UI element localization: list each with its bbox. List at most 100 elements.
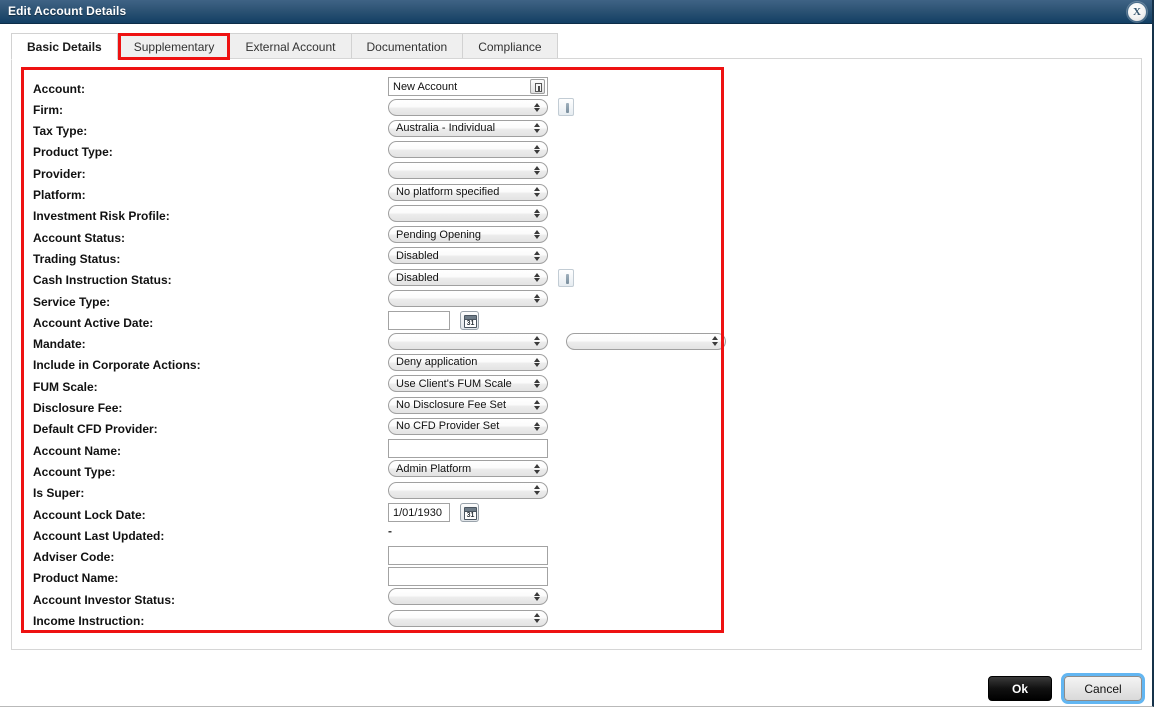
select-disclosure-fee[interactable]: No Disclosure Fee Set — [388, 396, 548, 414]
input-value-account: New Account — [393, 80, 458, 93]
account-lookup-icon[interactable] — [530, 79, 545, 94]
stepper-arrows-icon — [533, 270, 540, 285]
input-account-active-date[interactable] — [388, 311, 450, 331]
stepper-arrows-icon — [533, 121, 540, 136]
info-icon — [565, 103, 569, 114]
field-label-include-in-corporate-actions: Include in Corporate Actions: — [33, 358, 201, 373]
select-trading-status[interactable]: Disabled — [388, 247, 548, 265]
select-firm[interactable] — [388, 98, 548, 116]
field-label-income-instruction: Income Instruction: — [33, 614, 145, 628]
close-icon-glyph: X — [1133, 6, 1141, 18]
input-account-name[interactable] — [388, 439, 548, 459]
select-income-instruction[interactable] — [388, 609, 548, 627]
select-default-cfd-provider[interactable]: No CFD Provider Set — [388, 417, 548, 435]
stepper-arrows-icon — [533, 206, 540, 221]
field-label-account-lock-date: Account Lock Date: — [33, 507, 146, 522]
field-label-trading-status: Trading Status: — [33, 251, 121, 266]
input-account-lock-date[interactable]: 1/01/1930 — [388, 503, 450, 522]
select-fum-scale[interactable]: Use Client's FUM Scale — [388, 375, 548, 393]
close-icon[interactable]: X — [1127, 2, 1147, 22]
select-tax-type[interactable]: Australia - Individual — [388, 119, 548, 137]
info-button-firm[interactable] — [558, 98, 574, 117]
stepper-arrows-icon — [533, 461, 540, 476]
stepper-arrows-icon — [533, 376, 540, 391]
field-label-adviser-code: Adviser Code: — [33, 550, 115, 565]
stepper-arrows-icon — [533, 185, 540, 200]
input-adviser-code[interactable] — [388, 545, 548, 565]
field-label-account-investor-status: Account Investor Status: — [33, 592, 176, 607]
select-service-type[interactable] — [388, 290, 548, 307]
select-provider[interactable] — [388, 162, 548, 180]
select-investment-risk-profile[interactable] — [388, 204, 548, 222]
select-value-cash-instruction-status: Disabled — [396, 271, 439, 284]
field-label-product-name: Product Name: — [33, 571, 119, 586]
field-label-account-type: Account Type: — [33, 464, 116, 479]
calendar-icon: 31 — [464, 506, 477, 520]
stepper-arrows-icon — [533, 163, 540, 178]
stepper-arrows-icon — [533, 589, 540, 604]
stepper-arrows-icon — [533, 355, 540, 370]
select-value-account-status: Pending Opening — [396, 228, 482, 241]
calendar-button-account-lock-date[interactable]: 31 — [460, 503, 479, 522]
window-title: Edit Account Details — [8, 4, 127, 18]
field-label-firm: Firm: — [33, 102, 63, 117]
stepper-arrows-icon — [533, 334, 540, 349]
select-is-super[interactable] — [388, 481, 548, 499]
info-icon — [565, 273, 569, 284]
field-label-account-name: Account Name: — [33, 443, 122, 458]
tab-external-account[interactable]: External Account — [230, 33, 352, 60]
stepper-arrows-icon — [533, 611, 540, 626]
field-label-product-type: Product Type: — [33, 145, 113, 160]
stepper-arrows-icon — [533, 227, 540, 242]
field-label-account-active-date: Account Active Date: — [33, 315, 154, 330]
tab-documentation[interactable]: Documentation — [351, 33, 464, 60]
tab-compliance[interactable]: Compliance — [463, 33, 558, 60]
select-account-investor-status[interactable] — [388, 588, 548, 606]
field-label-account: Account: — [33, 81, 85, 96]
tabstrip: Basic Details Supplementary External Accou… — [0, 24, 1152, 60]
field-label-account-last-updated: Account Last Updated: — [33, 528, 165, 543]
static-value-account-last-updated: - — [388, 524, 392, 539]
field-label-disclosure-fee: Disclosure Fee: — [33, 401, 123, 415]
field-label-fum-scale: FUM Scale: — [33, 379, 98, 394]
info-button-cash-instruction-status[interactable] — [558, 268, 574, 287]
select-value-trading-status: Disabled — [396, 249, 439, 262]
stepper-arrows-icon — [533, 291, 540, 306]
field-label-service-type: Service Type: — [33, 294, 111, 309]
field-label-cash-instruction-status: Cash Instruction Status: — [33, 273, 172, 288]
tab-list: Basic Details Supplementary External Accou… — [11, 33, 558, 60]
tab-supplementary[interactable]: Supplementary — [117, 33, 231, 60]
stepper-arrows-icon — [533, 419, 540, 434]
stepper-arrows-icon — [533, 248, 540, 263]
edit-account-details-window: Edit Account Details X Basic Details Supp… — [0, 0, 1154, 707]
select-mandate-secondary[interactable] — [566, 332, 726, 350]
calendar-icon: 31 — [464, 314, 477, 328]
field-label-tax-type: Tax Type: — [33, 124, 88, 139]
select-account-type[interactable]: Admin Platform — [388, 460, 548, 478]
field-label-is-super: Is Super: — [33, 486, 85, 501]
select-product-type[interactable] — [388, 140, 548, 158]
select-account-status[interactable]: Pending Opening — [388, 226, 548, 244]
select-value-default-cfd-provider: No CFD Provider Set — [396, 420, 500, 433]
stepper-arrows-icon — [533, 142, 540, 157]
window-titlebar: Edit Account Details X — [0, 0, 1152, 24]
field-label-mandate: Mandate: — [33, 337, 86, 352]
stepper-arrows-icon — [533, 398, 540, 413]
input-product-name[interactable] — [388, 566, 548, 586]
select-include-in-corporate-actions[interactable]: Deny application — [388, 353, 548, 371]
field-label-account-status: Account Status: — [33, 230, 126, 245]
select-mandate[interactable] — [388, 332, 548, 350]
select-cash-instruction-status[interactable]: Disabled — [388, 269, 548, 287]
tab-basic-details[interactable]: Basic Details — [11, 33, 118, 60]
select-platform[interactable]: No platform specified — [388, 183, 548, 201]
stepper-arrows-icon — [533, 100, 540, 115]
cancel-button[interactable]: Cancel — [1064, 676, 1142, 701]
input-account[interactable]: New Account — [388, 77, 548, 96]
ok-button[interactable]: Ok — [988, 676, 1052, 701]
calendar-button-account-active-date[interactable]: 31 — [460, 311, 479, 331]
stepper-arrows-icon — [533, 483, 540, 498]
input-value-account-lock-date: 1/01/1930 — [393, 506, 442, 519]
select-value-account-type: Admin Platform — [396, 462, 472, 475]
select-value-include-in-corporate-actions: Deny application — [396, 356, 478, 369]
dialog-footer: Ok Cancel — [0, 650, 1152, 706]
